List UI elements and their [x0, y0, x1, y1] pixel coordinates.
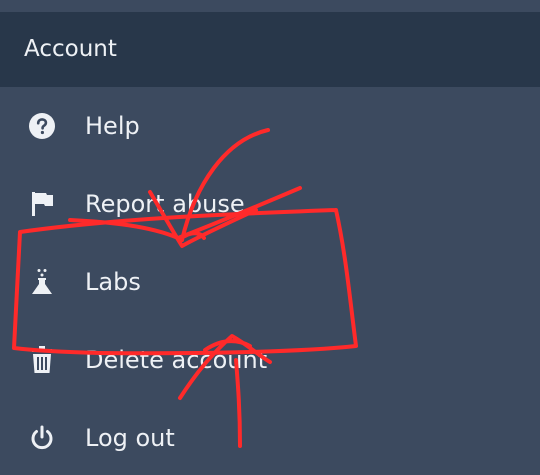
- section-header-account: Account: [0, 12, 540, 87]
- help-circle-icon: [28, 112, 56, 140]
- menu-item-report-abuse-label: Report abuse: [85, 190, 245, 218]
- account-menu: Help Report abuse Labs Delete account Lo…: [0, 87, 540, 475]
- power-icon: [28, 424, 56, 452]
- menu-item-delete-account-label: Delete account: [85, 346, 268, 374]
- flask-icon: [28, 268, 56, 296]
- menu-item-log-out-label: Log out: [85, 424, 175, 452]
- account-menu-screen: Account Help Report abuse Labs Delete ac…: [0, 0, 540, 475]
- menu-item-labs-label: Labs: [85, 268, 141, 296]
- menu-item-log-out[interactable]: Log out: [0, 399, 540, 475]
- menu-item-help[interactable]: Help: [0, 87, 540, 165]
- menu-item-help-label: Help: [85, 112, 140, 140]
- menu-item-labs[interactable]: Labs: [0, 243, 540, 321]
- menu-item-report-abuse[interactable]: Report abuse: [0, 165, 540, 243]
- top-strip: [0, 0, 540, 12]
- trash-icon: [28, 346, 56, 374]
- menu-item-delete-account[interactable]: Delete account: [0, 321, 540, 399]
- flag-icon: [28, 190, 56, 218]
